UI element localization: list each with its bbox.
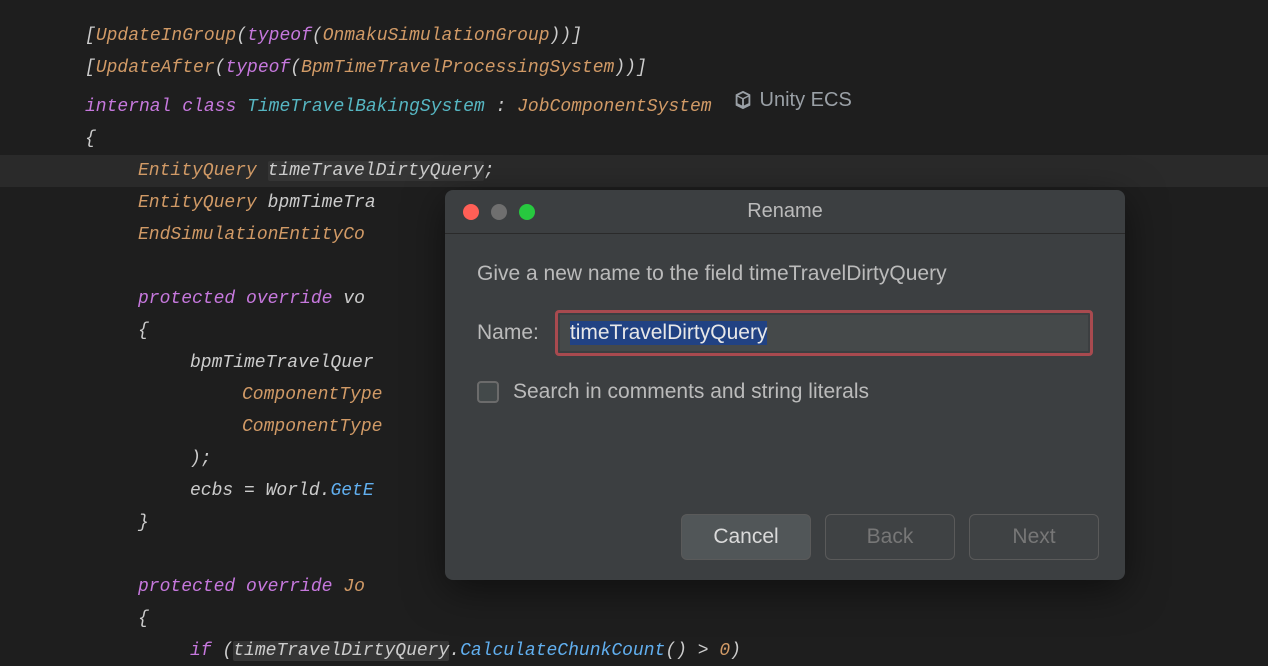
unity-ecs-hint: Unity ECS xyxy=(732,84,852,116)
code-line: if (timeTravelDirtyQuery.CalculateChunkC… xyxy=(0,635,1268,666)
back-button[interactable]: Back xyxy=(825,514,955,560)
dialog-title: Rename xyxy=(445,200,1125,223)
dialog-titlebar: Rename xyxy=(445,190,1125,234)
name-label: Name: xyxy=(477,321,539,345)
code-line: [UpdateInGroup(typeof(OnmakuSimulationGr… xyxy=(0,20,1268,52)
rename-input[interactable] xyxy=(560,315,1088,351)
name-input-wrapper xyxy=(555,310,1093,356)
search-comments-label: Search in comments and string literals xyxy=(513,380,869,404)
code-line: { xyxy=(0,123,1268,155)
code-line: { xyxy=(0,603,1268,635)
cancel-button[interactable]: Cancel xyxy=(681,514,811,560)
search-comments-checkbox[interactable] xyxy=(477,381,499,403)
dialog-prompt: Give a new name to the field timeTravelD… xyxy=(477,262,1093,286)
next-button[interactable]: Next xyxy=(969,514,1099,560)
rename-dialog: Rename Give a new name to the field time… xyxy=(445,190,1125,580)
unity-icon xyxy=(732,89,754,111)
code-line-highlighted: EntityQuery timeTravelDirtyQuery; xyxy=(0,155,1268,187)
code-line: internal class TimeTravelBakingSystem : … xyxy=(0,84,1268,123)
code-line: [UpdateAfter(typeof(BpmTimeTravelProcess… xyxy=(0,52,1268,84)
